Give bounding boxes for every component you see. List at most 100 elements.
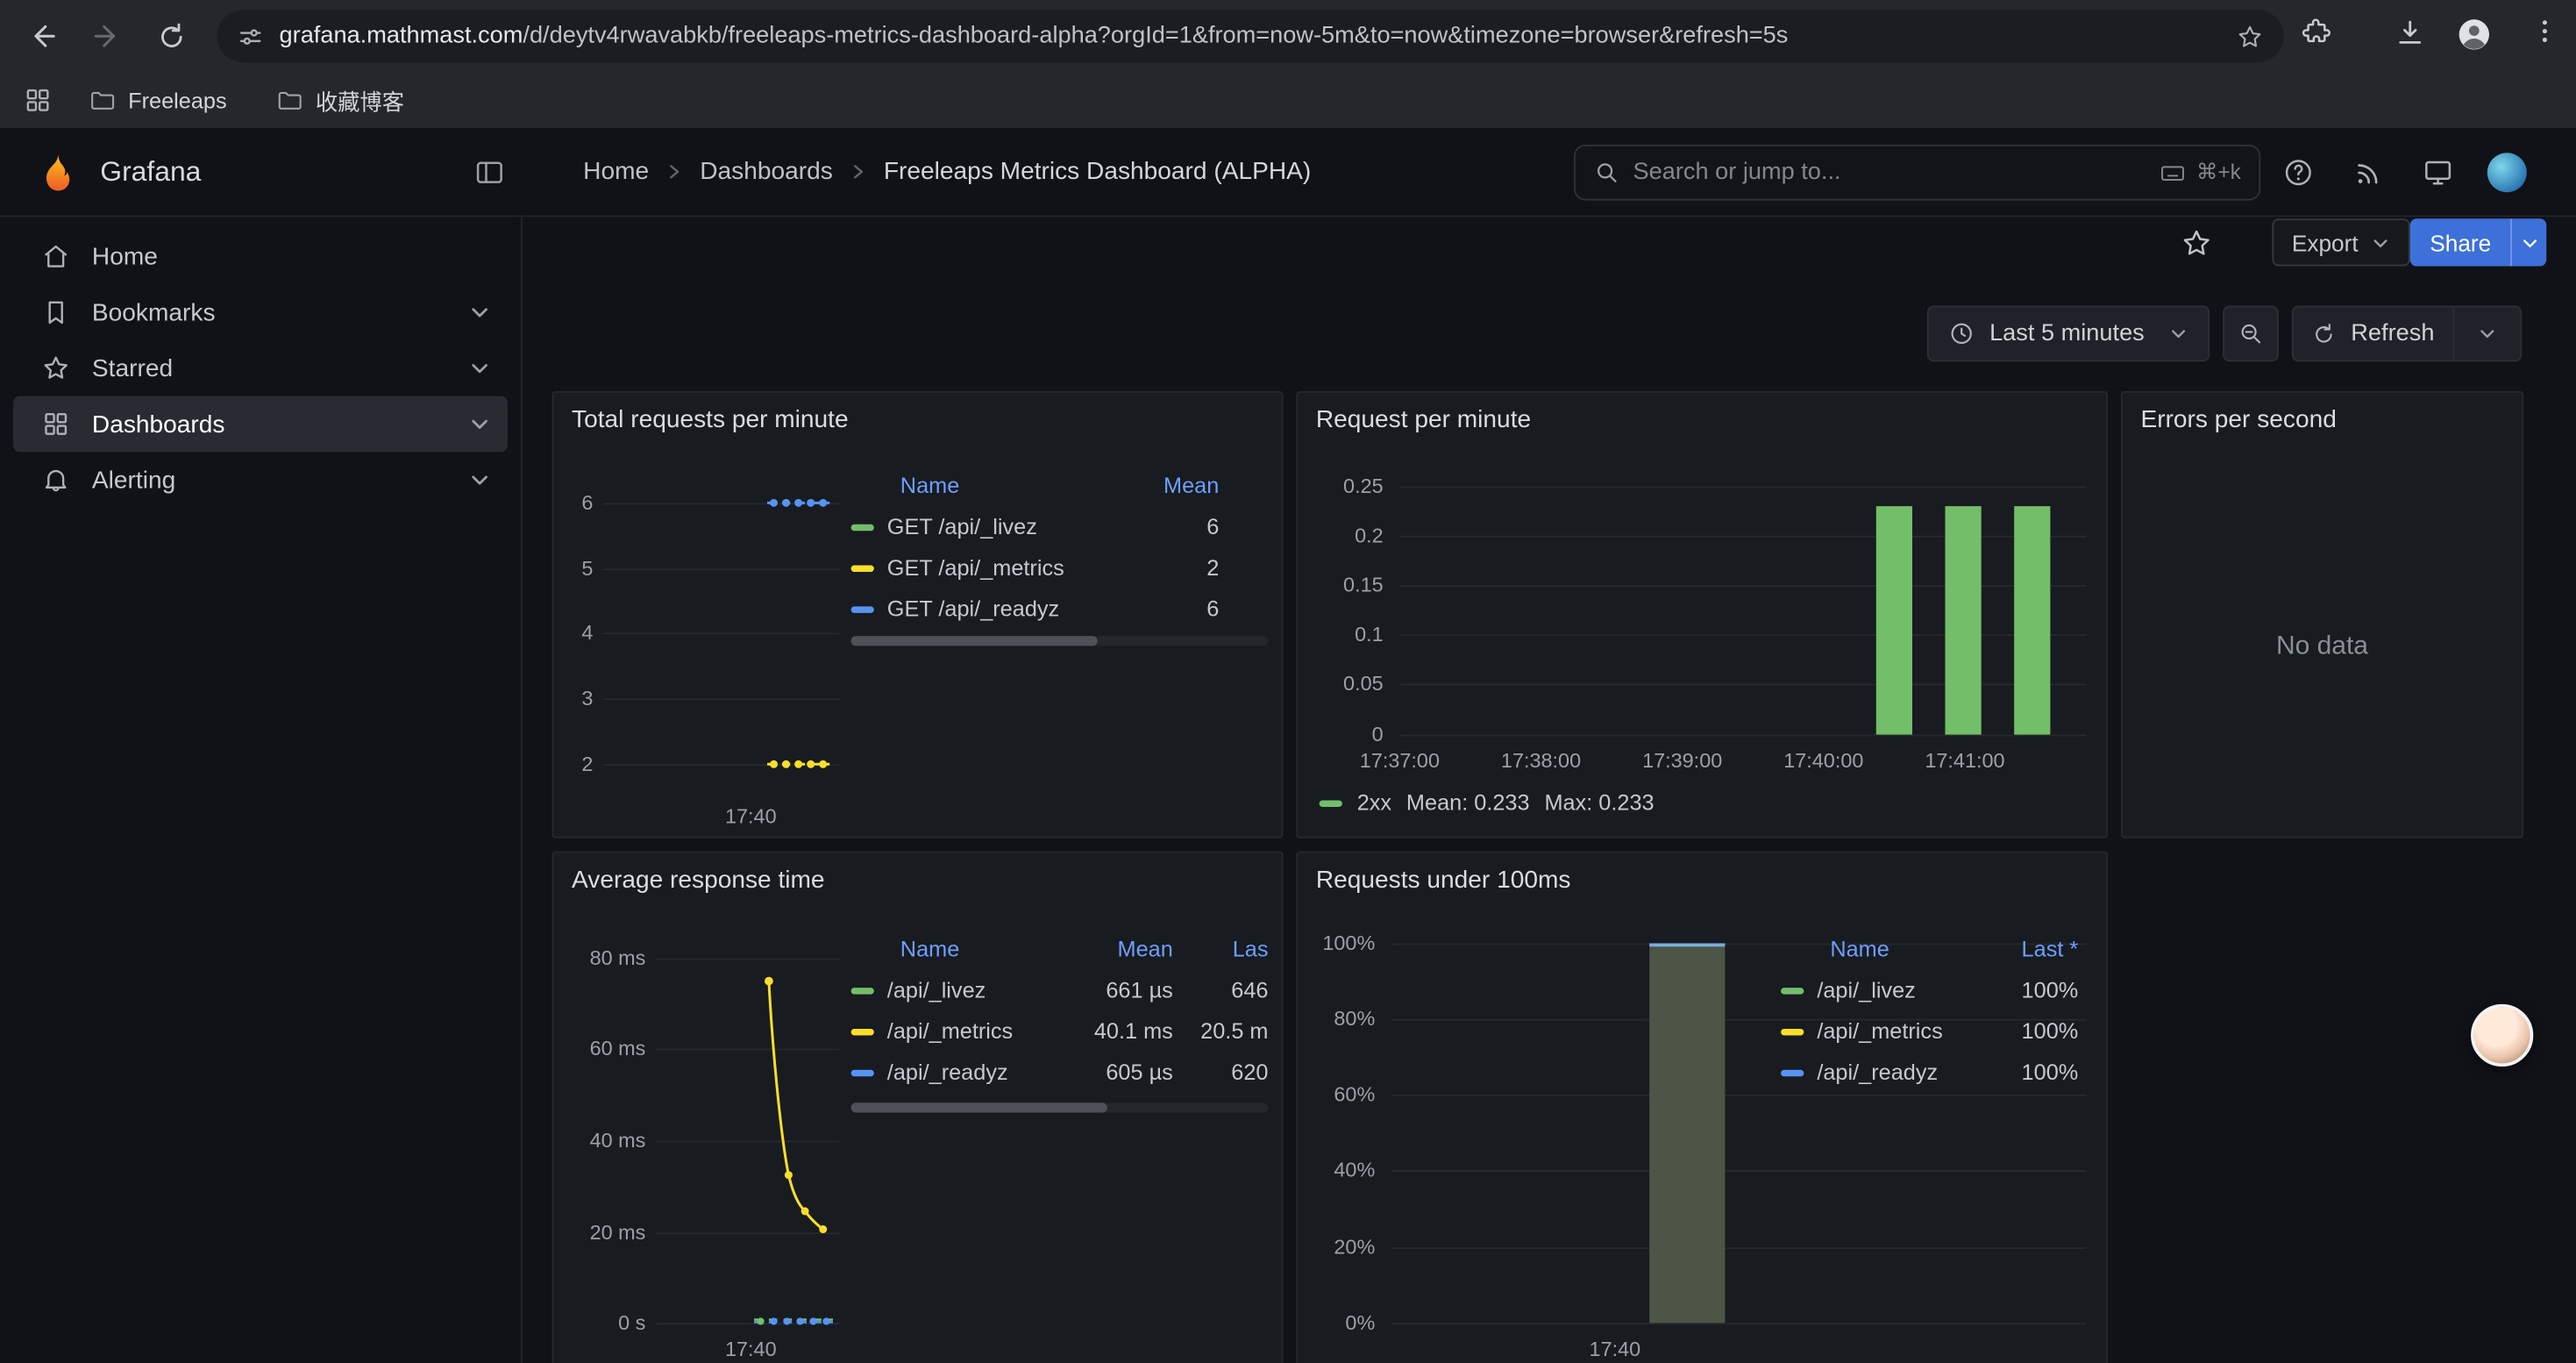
legend-row[interactable]: /api/_readyz 605 µs 620 bbox=[851, 1052, 1269, 1093]
sidebar-item-starred[interactable]: Starred bbox=[13, 340, 508, 396]
chevron-down-icon[interactable] bbox=[468, 468, 491, 491]
series-color-icon bbox=[851, 987, 874, 993]
refresh-button[interactable]: Refresh bbox=[2292, 306, 2522, 362]
reload-button[interactable] bbox=[150, 15, 193, 58]
breadcrumb-home[interactable]: Home bbox=[583, 158, 649, 186]
panel-title[interactable]: Average response time bbox=[572, 866, 825, 894]
y-tick: 40% bbox=[1298, 1157, 1375, 1183]
chevron-down-icon[interactable] bbox=[468, 301, 491, 324]
panel-average-response-time: Average response time 80 ms 60 ms 40 ms … bbox=[552, 852, 1284, 1363]
refresh-interval-chevron-icon[interactable] bbox=[2454, 324, 2520, 343]
sidebar-item-dashboards[interactable]: Dashboards bbox=[13, 396, 508, 453]
y-tick: 60% bbox=[1298, 1081, 1375, 1108]
url-text: grafana.mathmast.com/d/deytv4rwavabkb/fr… bbox=[280, 23, 2222, 49]
kiosk-monitor-icon[interactable] bbox=[2418, 153, 2458, 192]
sidebar-item-alerting[interactable]: Alerting bbox=[13, 452, 508, 508]
legend-col-name[interactable]: Name bbox=[1830, 936, 2021, 960]
legend-col-name[interactable]: Name bbox=[900, 473, 1163, 497]
line-chart bbox=[645, 945, 859, 1355]
url-bar[interactable]: grafana.mathmast.com/d/deytv4rwavabkb/fr… bbox=[217, 10, 2283, 62]
legend-row[interactable]: GET /api/_metrics 2 bbox=[851, 547, 1220, 589]
sidebar-item-label: Home bbox=[92, 242, 158, 270]
sidebar-item-home[interactable]: Home bbox=[13, 228, 508, 284]
legend-row[interactable]: GET /api/_livez 6 bbox=[851, 506, 1220, 547]
legend-table: Name Mean GET /api/_livez 6 GET /api/_me… bbox=[851, 463, 1220, 629]
legend-row[interactable]: /api/_metrics 40.1 ms 20.5 m bbox=[851, 1010, 1269, 1052]
bookmark-folder-freeleaps[interactable]: Freeleaps bbox=[75, 82, 239, 119]
legend-col-name[interactable]: Name bbox=[900, 936, 1064, 960]
export-button[interactable]: Export bbox=[2272, 218, 2410, 266]
sidebar-item-label: Starred bbox=[92, 354, 173, 382]
y-tick: 3 bbox=[553, 685, 593, 711]
sidebar-item-label: Bookmarks bbox=[92, 298, 216, 326]
y-tick: 0.25 bbox=[1311, 474, 1383, 500]
legend-row[interactable]: /api/_livez 100% bbox=[1781, 969, 2078, 1010]
chevron-down-icon[interactable] bbox=[468, 357, 491, 380]
series-label[interactable]: 2xx bbox=[1357, 790, 1391, 815]
zoom-out-time-button[interactable] bbox=[2223, 306, 2279, 362]
legend-row[interactable]: /api/_metrics 100% bbox=[1781, 1010, 2078, 1052]
sidebar: Home Bookmarks Starred Dashboards Alerti… bbox=[0, 217, 523, 1363]
panel-title[interactable]: Total requests per minute bbox=[572, 406, 849, 434]
extensions-icon[interactable] bbox=[2300, 17, 2332, 49]
apps-grid-icon[interactable] bbox=[23, 85, 53, 115]
search-box[interactable]: ⌘+k bbox=[1574, 145, 2260, 201]
legend-col-last[interactable]: Las bbox=[1173, 936, 1269, 960]
share-button[interactable]: Share bbox=[2410, 218, 2547, 266]
forward-button[interactable] bbox=[85, 15, 128, 58]
series-color-icon bbox=[851, 1028, 874, 1034]
bookmarks-bar: Freeleaps 收藏博客 bbox=[0, 72, 2576, 128]
panel-title[interactable]: Errors per second bbox=[2140, 406, 2336, 434]
profile-icon[interactable] bbox=[2456, 17, 2492, 53]
bookmark-folder-blogs[interactable]: 收藏博客 bbox=[263, 79, 417, 122]
news-rss-icon[interactable] bbox=[2348, 153, 2387, 192]
time-range-picker[interactable]: Last 5 minutes bbox=[1927, 306, 2210, 362]
share-menu-chevron-icon[interactable] bbox=[2511, 218, 2547, 266]
chevron-down-icon[interactable] bbox=[468, 412, 491, 435]
y-tick: 20% bbox=[1298, 1234, 1375, 1260]
grafana-brand[interactable]: Grafana bbox=[36, 128, 201, 215]
help-icon[interactable] bbox=[2279, 153, 2318, 192]
search-input[interactable] bbox=[1633, 160, 2145, 186]
legend-scrollbar[interactable] bbox=[851, 1103, 1269, 1112]
bookmark-star-icon[interactable] bbox=[2236, 22, 2264, 50]
scrollbar-thumb[interactable] bbox=[851, 1103, 1107, 1112]
share-label[interactable]: Share bbox=[2410, 218, 2511, 266]
panel-total-requests: Total requests per minute 6 5 4 3 2 17:4… bbox=[552, 391, 1284, 838]
legend-col-last[interactable]: Last * bbox=[2022, 936, 2079, 960]
gridline bbox=[1399, 735, 2086, 737]
folder-icon bbox=[89, 86, 117, 114]
assistant-avatar[interactable] bbox=[2471, 1004, 2533, 1067]
chevron-down-icon bbox=[2168, 324, 2188, 343]
x-tick: 17:40 bbox=[1566, 1336, 1664, 1362]
back-button[interactable] bbox=[21, 15, 64, 58]
refresh-label: Refresh bbox=[2351, 320, 2434, 346]
gridline bbox=[1399, 585, 2086, 587]
sidebar-toggle-icon[interactable] bbox=[470, 153, 509, 192]
menu-kebab-icon[interactable] bbox=[2530, 17, 2560, 46]
legend-col-mean[interactable]: Mean bbox=[1064, 936, 1173, 960]
panel-title[interactable]: Request per minute bbox=[1316, 406, 1531, 434]
legend-row[interactable]: GET /api/_readyz 6 bbox=[851, 589, 1220, 630]
legend-scrollbar[interactable] bbox=[851, 636, 1269, 646]
folder-icon bbox=[276, 86, 304, 114]
legend-row[interactable]: /api/_readyz 100% bbox=[1781, 1052, 2078, 1093]
time-range-label: Last 5 minutes bbox=[1989, 320, 2145, 346]
x-tick: 17:40:00 bbox=[1766, 748, 1881, 774]
sidebar-item-bookmarks[interactable]: Bookmarks bbox=[13, 284, 508, 340]
y-tick: 80% bbox=[1298, 1006, 1375, 1032]
breadcrumb-dashboards[interactable]: Dashboards bbox=[700, 158, 833, 186]
y-tick: 0.05 bbox=[1311, 670, 1383, 696]
download-icon[interactable] bbox=[2394, 17, 2426, 49]
legend-row[interactable]: /api/_livez 661 µs 646 bbox=[851, 969, 1269, 1010]
search-shortcut: ⌘+k bbox=[2159, 159, 2241, 187]
legend-col-mean[interactable]: Mean bbox=[1163, 473, 1219, 497]
site-info-icon[interactable] bbox=[237, 22, 265, 50]
favorite-dashboard-icon[interactable] bbox=[2180, 227, 2212, 260]
y-tick: 2 bbox=[553, 751, 593, 777]
x-tick: 17:37:00 bbox=[1342, 748, 1457, 774]
user-avatar[interactable] bbox=[2487, 153, 2527, 192]
panel-title[interactable]: Requests under 100ms bbox=[1316, 866, 1571, 894]
scrollbar-thumb[interactable] bbox=[851, 636, 1098, 646]
export-label: Export bbox=[2292, 229, 2359, 255]
